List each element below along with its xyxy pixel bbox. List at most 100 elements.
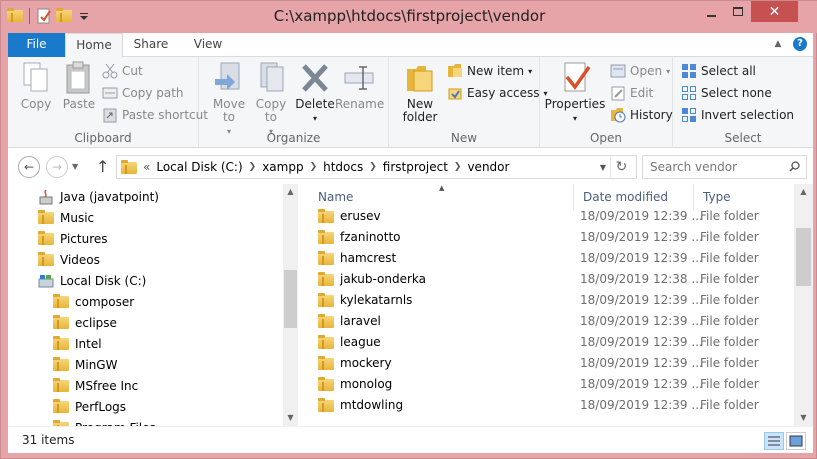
file-row[interactable]: fzaninotto 18/09/2019 12:39 ... File folde… [310,227,795,248]
tab-file[interactable]: File [8,33,65,57]
nav-tree-item[interactable]: Local Disk (C:) [38,270,298,291]
status-bar: 31 items [8,426,813,453]
folder-icon [53,398,69,415]
ribbon-tabs: File Home Share View ▲ ? [8,33,813,58]
up-button[interactable]: ↑ [96,157,109,176]
history-button[interactable]: History [610,105,673,125]
nav-tree-item[interactable]: eclipse [53,312,298,333]
properties-button[interactable]: Properties ▾ [544,61,606,125]
nav-tree-item[interactable]: composer [53,291,298,312]
nav-tree-item[interactable]: MSfree Inc [53,375,298,396]
search-box[interactable]: Search vendor [642,155,807,179]
folder-icon [318,356,334,370]
select-all-button[interactable]: Select all [681,61,756,81]
refresh-icon[interactable]: ↻ [610,157,632,177]
address-overflow[interactable]: « [143,160,150,174]
file-row[interactable]: mtdowling 18/09/2019 12:39 ... File folder [310,395,795,416]
copy-to-button[interactable]: Copy to ▾ [251,61,291,138]
crumb-separator-icon[interactable]: ❯ [310,162,318,172]
copy-button[interactable]: Copy [14,61,58,111]
file-row[interactable]: monolog 18/09/2019 12:39 ... File folder [310,374,795,395]
folder-icon [53,335,69,352]
close-button[interactable]: ✕ [751,1,798,22]
crumb-vendor[interactable]: vendor [467,160,509,174]
nav-tree-item[interactable]: Java (javatpoint) [38,186,298,207]
move-to-label: Move to [212,97,246,124]
forward-button[interactable]: → [46,156,68,178]
scroll-down-icon[interactable]: ▼ [794,410,813,426]
address-bar[interactable]: « Local Disk (C:) ❯ xampp ❯ htdocs ❯ fir… [116,155,637,179]
scroll-down-icon[interactable]: ▼ [283,410,298,426]
file-row[interactable]: league 18/09/2019 12:39 ... File folder [310,332,795,353]
crumb-xampp[interactable]: xampp [262,160,303,174]
paste-shortcut-button[interactable]: Paste shortcut [102,105,208,125]
file-row[interactable]: hamcrest 18/09/2019 12:39 ... File folder [310,248,795,269]
edit-label: Edit [630,86,654,100]
new-group-label: New [450,131,478,145]
details-view-button[interactable] [764,432,784,450]
file-list-scrollbar[interactable]: ▲ ▼ [794,184,813,426]
select-none-button[interactable]: Select none [681,83,772,103]
invert-selection-button[interactable]: Invert selection [681,105,794,125]
maximize-button[interactable] [725,1,751,22]
open-button[interactable]: Open ▾ [610,61,670,81]
folder-icon [318,293,334,307]
delete-button[interactable]: Delete ▾ [295,61,335,125]
crumb-separator-icon[interactable]: ❯ [369,162,377,172]
crumb-firstproject[interactable]: firstproject [383,160,448,174]
file-row[interactable]: kylekatarnls 18/09/2019 12:39 ... File fol… [310,290,795,311]
nav-tree-label: MSfree Inc [75,378,139,393]
tab-view[interactable]: View [183,33,233,57]
new-item-button[interactable]: New item ▾ [447,61,532,81]
copy-path-button[interactable]: Copy path [102,83,184,103]
crumb-separator-icon[interactable]: ❯ [454,162,462,172]
nav-pane-scrollbar[interactable]: ▲ ▼ [283,184,298,426]
scroll-up-icon[interactable]: ▲ [283,184,298,200]
file-row[interactable]: erusev 18/09/2019 12:39 ... File folder [310,206,795,227]
paste-button[interactable]: Paste [58,61,100,111]
cut-button[interactable]: Cut [102,61,143,81]
open-label: Open [630,64,663,78]
paste-icon [63,61,95,95]
address-folder-icon [121,160,137,174]
recent-locations-dropdown-icon[interactable]: ▼ [72,162,78,171]
back-button[interactable]: ← [18,156,40,178]
nav-tree-item[interactable]: MinGW [53,354,298,375]
new-folder-button[interactable]: New folder [399,61,441,124]
crumb-local-disk[interactable]: Local Disk (C:) [156,160,242,174]
select-all-label: Select all [701,64,756,78]
scroll-up-icon[interactable]: ▲ [794,184,813,200]
nav-tree-label: MinGW [75,357,118,372]
minimize-button[interactable] [697,1,725,22]
select-none-icon [681,85,697,101]
nav-scroll-thumb[interactable] [284,270,297,328]
easy-access-button[interactable]: Easy access ▾ [447,83,548,103]
folder-icon [318,398,334,412]
nav-tree-item[interactable]: PerfLogs [53,396,298,417]
file-date-modified: 18/09/2019 12:38 ... [580,272,703,286]
file-row[interactable]: mockery 18/09/2019 12:39 ... File folder [310,353,795,374]
nav-tree-item[interactable]: Pictures [38,228,298,249]
file-name: league [340,335,381,349]
tab-home[interactable]: Home [65,33,123,58]
nav-tree-item[interactable]: Program Files [53,417,298,426]
edit-button[interactable]: Edit [610,83,653,103]
move-to-button[interactable]: Move to ▾ [207,61,251,138]
crumb-separator-icon[interactable]: ❯ [249,162,257,172]
file-date-modified: 18/09/2019 12:39 ... [580,398,703,412]
crumb-htdocs[interactable]: htdocs [323,160,363,174]
file-row[interactable]: laravel 18/09/2019 12:39 ... File folder [310,311,795,332]
rename-button[interactable]: Rename [335,61,384,111]
nav-tree-item[interactable]: Videos [38,249,298,270]
file-row[interactable]: jakub-onderka 18/09/2019 12:38 ... File fo… [310,269,795,290]
large-icons-view-button[interactable] [786,432,806,450]
expand-ribbon-icon[interactable]: ▲ [772,38,784,50]
tab-share[interactable]: Share [126,33,176,57]
file-scroll-thumb[interactable] [796,228,811,286]
nav-tree-item[interactable]: Music [38,207,298,228]
nav-tree-item[interactable]: Intel [53,333,298,354]
help-icon[interactable]: ? [793,37,807,51]
search-icon[interactable] [789,161,800,172]
file-name: jakub-onderka [340,272,427,286]
address-dropdown-icon[interactable]: ▼ [600,163,606,172]
